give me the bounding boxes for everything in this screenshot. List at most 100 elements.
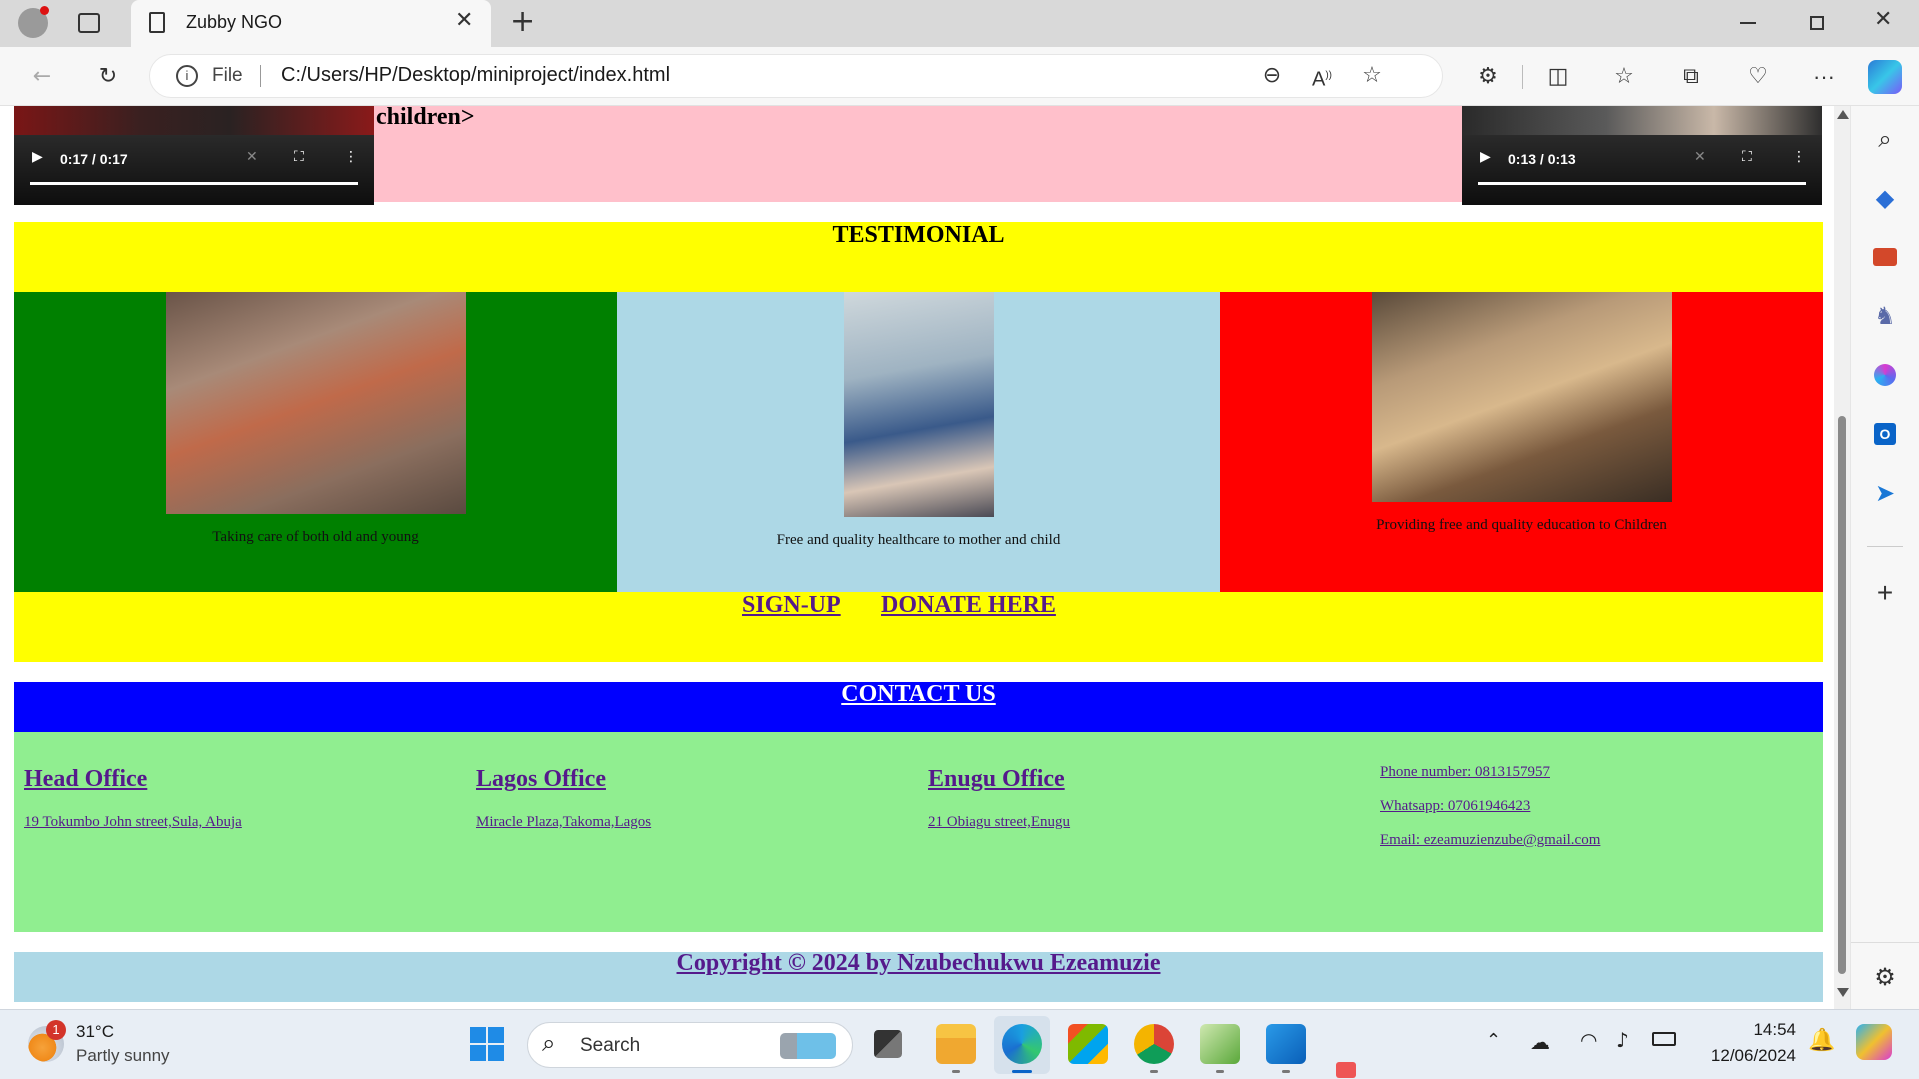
- weather-temp[interactable]: 31°C: [76, 1022, 114, 1042]
- toolbar-divider: [1522, 65, 1523, 89]
- shopping-tag-icon[interactable]: ◆: [1868, 181, 1902, 215]
- tab-actions-icon[interactable]: [78, 13, 100, 33]
- wifi-icon[interactable]: ◠: [1580, 1028, 1597, 1052]
- whatsapp-link[interactable]: Whatsapp: 07061946423: [1380, 798, 1530, 815]
- volume-icon[interactable]: ♪: [1616, 1028, 1629, 1052]
- chrome-icon[interactable]: [1134, 1024, 1174, 1064]
- video-progress[interactable]: [30, 182, 358, 185]
- page-scrollbar[interactable]: [1834, 106, 1850, 1009]
- office-title-head[interactable]: Head Office: [24, 766, 147, 793]
- play-icon[interactable]: ▶: [32, 149, 43, 165]
- email-link[interactable]: Email: ezeamuzienzube@gmail.com: [1380, 832, 1600, 849]
- fullscreen-icon[interactable]: ⛶: [294, 149, 304, 165]
- microsoft-365-icon[interactable]: [1868, 358, 1902, 392]
- edge-browser-icon[interactable]: [1002, 1024, 1042, 1064]
- active-tab[interactable]: Zubby NGO ✕: [131, 0, 491, 47]
- address-divider: [260, 65, 261, 87]
- office-address-head[interactable]: 19 Tokumbo John street,Sula, Abuja: [24, 814, 242, 831]
- contact-header: CONTACT US: [14, 681, 1823, 732]
- extensions-icon[interactable]: ⚙: [1468, 57, 1508, 97]
- new-tab-icon[interactable]: +: [510, 4, 535, 39]
- tab-close-icon[interactable]: ✕: [455, 8, 473, 33]
- onedrive-icon[interactable]: ☁: [1530, 1030, 1550, 1054]
- video-time: 0:13 / 0:13: [1508, 151, 1576, 167]
- contact-heading[interactable]: CONTACT US: [14, 681, 1823, 708]
- minimize-icon[interactable]: [1740, 22, 1756, 24]
- task-view-icon[interactable]: [874, 1030, 902, 1058]
- outlook-icon[interactable]: O: [1868, 417, 1902, 451]
- read-aloud-icon[interactable]: A)): [1302, 56, 1342, 96]
- donate-link[interactable]: DONATE HERE: [881, 592, 1056, 619]
- photo-healthcare: [844, 292, 994, 517]
- copilot-taskbar-icon[interactable]: [1856, 1024, 1892, 1060]
- address-bar[interactable]: i File C:/Users/HP/Desktop/miniproject/i…: [149, 54, 1443, 98]
- office-address-enugu[interactable]: 21 Obiagu street,Enugu: [928, 814, 1070, 831]
- favorites-icon[interactable]: ☆: [1604, 57, 1644, 97]
- favorite-star-icon[interactable]: ☆: [1352, 56, 1392, 96]
- text-panel-pink: children>: [374, 106, 1462, 202]
- collections-icon[interactable]: ⧉: [1671, 57, 1711, 97]
- taskbar-search-box[interactable]: ⌕ Search: [527, 1022, 853, 1068]
- mute-icon[interactable]: ✕: [246, 149, 258, 165]
- clock-time[interactable]: 14:54: [1750, 1020, 1796, 1040]
- action-links-bar: SIGN-UP DONATE HERE: [14, 592, 1823, 662]
- more-options-icon[interactable]: ···: [1804, 57, 1844, 97]
- paint-app-icon[interactable]: [1200, 1024, 1240, 1064]
- scroll-down-icon[interactable]: [1837, 988, 1849, 997]
- testimonial-card-green: Taking care of both old and young: [14, 292, 617, 592]
- video-menu-icon[interactable]: ⋮: [344, 149, 358, 165]
- running-indicator: [1150, 1070, 1158, 1073]
- copilot-icon[interactable]: [1868, 60, 1902, 94]
- battery-icon[interactable]: [1652, 1032, 1676, 1046]
- office-title-lagos[interactable]: Lagos Office: [476, 766, 606, 793]
- video-progress[interactable]: [1478, 182, 1806, 185]
- refresh-icon[interactable]: ↻: [88, 57, 128, 97]
- site-info-icon[interactable]: i: [176, 65, 198, 87]
- back-icon[interactable]: ←: [22, 57, 62, 97]
- add-sidebar-app-icon[interactable]: +: [1868, 576, 1902, 610]
- restore-icon[interactable]: [1810, 16, 1824, 30]
- weather-badge: 1: [46, 1020, 66, 1040]
- extra-app-icon[interactable]: [1336, 1062, 1356, 1078]
- browser-essentials-icon[interactable]: ♡: [1738, 57, 1778, 97]
- testimonial-caption: Free and quality healthcare to mother an…: [776, 532, 1061, 548]
- signup-link[interactable]: SIGN-UP: [742, 592, 841, 619]
- notifications-bell-icon[interactable]: 🔔: [1808, 1028, 1835, 1053]
- video-player-right[interactable]: ▶ 0:13 / 0:13 ✕ ⛶ ⋮: [1462, 106, 1822, 205]
- start-windows-icon[interactable]: [470, 1027, 504, 1061]
- sidebar-divider: [1867, 546, 1903, 547]
- fullscreen-icon[interactable]: ⛶: [1742, 149, 1752, 165]
- file-explorer-icon[interactable]: [936, 1024, 976, 1064]
- testimonial-header: TESTIMONIAL: [14, 222, 1823, 292]
- tab-title: Zubby NGO: [186, 12, 283, 32]
- search-highlight-icon: [780, 1033, 836, 1059]
- scroll-thumb[interactable]: [1838, 416, 1846, 974]
- mute-icon[interactable]: ✕: [1694, 149, 1706, 165]
- split-screen-icon[interactable]: ◫: [1538, 57, 1578, 97]
- video-menu-icon[interactable]: ⋮: [1792, 149, 1806, 165]
- send-icon[interactable]: ➤: [1868, 476, 1902, 510]
- show-hidden-icons[interactable]: ⌃: [1486, 1030, 1501, 1051]
- office-address-lagos[interactable]: Miracle Plaza,Takoma,Lagos: [476, 814, 651, 831]
- clock-date[interactable]: 12/06/2024: [1700, 1046, 1796, 1066]
- video-player-left[interactable]: ▶ 0:17 / 0:17 ✕ ⛶ ⋮: [14, 106, 374, 205]
- weather-desc[interactable]: Partly sunny: [76, 1046, 170, 1066]
- testimonial-caption: Taking care of both old and young: [212, 529, 419, 545]
- zoom-out-icon[interactable]: ⊖: [1252, 56, 1292, 96]
- url-text[interactable]: C:/Users/HP/Desktop/miniproject/index.ht…: [281, 64, 670, 87]
- testimonial-card-red: Providing free and quality education to …: [1220, 292, 1823, 592]
- copyright-text[interactable]: Copyright © 2024 by Nzubechukwu Ezeamuzi…: [14, 950, 1823, 977]
- scroll-up-icon[interactable]: [1837, 110, 1849, 119]
- running-indicator: [1282, 1070, 1290, 1073]
- sidebar-divider: [1851, 942, 1919, 943]
- games-chess-icon[interactable]: ♞: [1868, 299, 1902, 333]
- close-window-icon[interactable]: ✕: [1874, 7, 1892, 32]
- sidebar-settings-icon[interactable]: ⚙: [1868, 960, 1902, 994]
- photos-app-icon[interactable]: [1266, 1024, 1306, 1064]
- office-title-enugu[interactable]: Enugu Office: [928, 766, 1065, 793]
- microsoft-store-icon[interactable]: [1068, 1024, 1108, 1064]
- tools-briefcase-icon[interactable]: [1868, 240, 1902, 274]
- phone-link[interactable]: Phone number: 0813157957: [1380, 764, 1550, 781]
- play-icon[interactable]: ▶: [1480, 149, 1491, 165]
- search-icon[interactable]: ⌕: [1868, 122, 1902, 156]
